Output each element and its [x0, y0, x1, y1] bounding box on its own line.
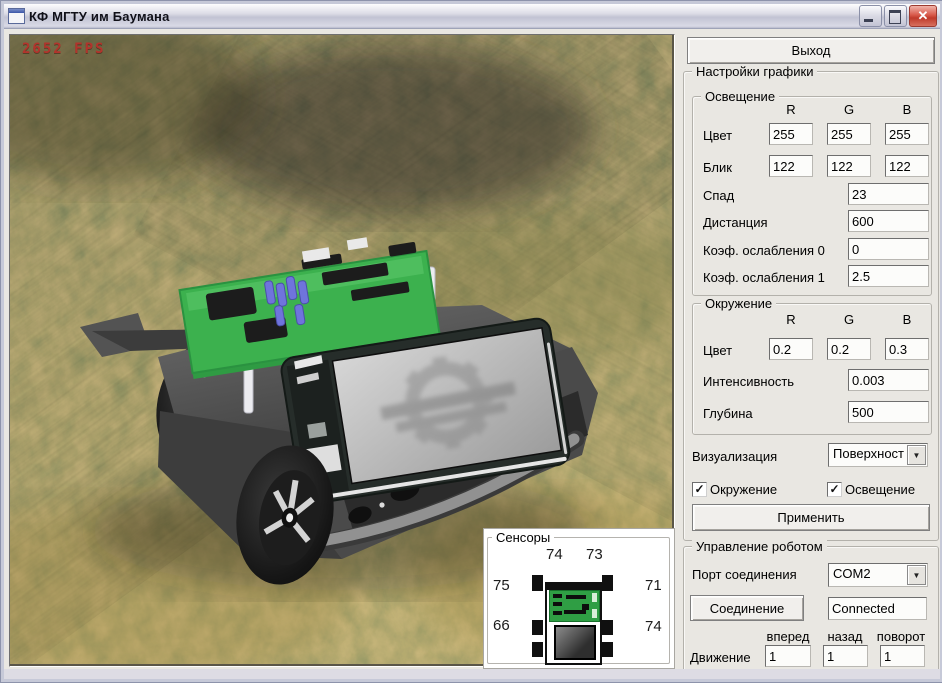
lighting-color-g-input[interactable]: [827, 123, 871, 145]
port-value: COM2: [833, 566, 871, 581]
port-label: Порт соединения: [692, 567, 797, 582]
apply-button[interactable]: Применить: [692, 504, 930, 531]
intensity-label: Интенсивность: [703, 374, 794, 389]
ambient-checkbox-label[interactable]: Окружение: [710, 482, 777, 497]
topview-wheel-left-1: [532, 575, 543, 591]
lighting-header-b: B: [885, 102, 929, 117]
close-icon: ✕: [918, 8, 929, 23]
minimize-icon: [864, 19, 873, 22]
window-controls: ✕: [857, 5, 940, 27]
port-dropdown-arrow-icon[interactable]: ▼: [907, 565, 926, 585]
lighting-checkbox[interactable]: ✓: [827, 482, 842, 497]
distance-label: Дистанция: [703, 215, 768, 230]
robot-topview-pcb: [549, 590, 600, 622]
robot-topview-screen: [554, 625, 596, 660]
minimize-button[interactable]: [859, 5, 882, 27]
robot-control-title: Управление роботом: [692, 539, 827, 554]
visualization-dropdown-arrow-icon[interactable]: ▼: [907, 445, 926, 465]
sensors-panel: Сенсоры 74 73 75 71 66 74: [483, 528, 675, 669]
ambient-title: Окружение: [701, 296, 776, 311]
lighting-color-label: Цвет: [703, 128, 732, 143]
fps-counter: 2652 FPS: [22, 41, 105, 57]
distance-input[interactable]: [848, 210, 929, 232]
sensors-title: Сенсоры: [492, 530, 554, 545]
sensor-value-front-right: 73: [586, 546, 603, 563]
topview-wheel-right-2: [602, 620, 613, 635]
motion-header-backward: назад: [821, 629, 869, 644]
lighting-color-b-input[interactable]: [885, 123, 929, 145]
sensor-value-left-rear: 66: [493, 617, 510, 634]
visualization-select[interactable]: Поверхност ▼: [828, 443, 928, 467]
motion-forward-input[interactable]: [765, 645, 811, 667]
ambient-color-r-input[interactable]: [769, 338, 813, 360]
lighting-specular-g-input[interactable]: [827, 155, 871, 177]
lighting-checkbox-label[interactable]: Освещение: [845, 482, 915, 497]
motion-turn-input[interactable]: [880, 645, 925, 667]
attenuation1-input[interactable]: [848, 265, 929, 287]
sensor-value-right-rear: 74: [645, 618, 662, 635]
robot-control-group: Управление роботом Порт соединения COM2 …: [683, 546, 939, 674]
ambient-color-g-input[interactable]: [827, 338, 871, 360]
window-title: КФ МГТУ им Баумана: [29, 9, 170, 24]
window-bottom-border: [4, 669, 940, 679]
graphics-settings-group: Настройки графики Освещение R G B Цвет Б…: [683, 71, 939, 541]
attenuation1-label: Коэф. ослабления 1: [703, 270, 825, 285]
app-window: КФ МГТУ им Баумана ✕: [0, 0, 942, 683]
lighting-color-r-input[interactable]: [769, 123, 813, 145]
ambient-checkbox[interactable]: ✓: [692, 482, 707, 497]
sensor-value-right-front: 71: [645, 577, 662, 594]
maximize-icon: [889, 10, 901, 24]
port-select[interactable]: COM2 ▼: [828, 563, 928, 587]
graphics-settings-title: Настройки графики: [692, 64, 817, 79]
ambient-color-label: Цвет: [703, 343, 732, 358]
ambient-color-b-input[interactable]: [885, 338, 929, 360]
topview-wheel-right-1: [602, 575, 613, 591]
visualization-label: Визуализация: [692, 449, 777, 464]
lighting-header-r: R: [769, 102, 813, 117]
exit-button[interactable]: Выход: [687, 37, 935, 64]
topview-wheel-left-2: [532, 620, 543, 635]
attenuation0-input[interactable]: [848, 238, 929, 260]
checkmark-icon: ✓: [829, 482, 839, 496]
motion-header-forward: вперед: [763, 629, 813, 644]
sensor-value-front-left: 74: [546, 546, 563, 563]
ambient-header-g: G: [827, 312, 871, 327]
motion-label: Движение: [690, 650, 751, 665]
falloff-label: Спад: [703, 188, 734, 203]
connection-status-field[interactable]: [828, 597, 927, 620]
intensity-input[interactable]: [848, 369, 929, 391]
sensor-value-left-front: 75: [493, 577, 510, 594]
connect-button[interactable]: Соединение: [690, 595, 804, 621]
depth-label: Глубина: [703, 406, 753, 421]
checkmark-icon: ✓: [694, 482, 704, 496]
ambient-header-b: B: [885, 312, 929, 327]
close-button[interactable]: ✕: [909, 5, 937, 27]
control-panel: Выход Настройки графики Освещение R G B …: [681, 34, 941, 674]
lighting-header-g: G: [827, 102, 871, 117]
valley-shadow: [195, 45, 595, 215]
ambient-group: Окружение R G B Цвет Интенсивность Глуби…: [692, 303, 932, 435]
falloff-input[interactable]: [848, 183, 929, 205]
topview-wheel-left-3: [532, 642, 543, 657]
title-bar[interactable]: КФ МГТУ им Баумана ✕: [4, 4, 940, 29]
motion-header-turn: поворот: [874, 629, 928, 644]
depth-input[interactable]: [848, 401, 929, 423]
lighting-title: Освещение: [701, 89, 779, 104]
lighting-group: Освещение R G B Цвет Блик Спад Дистанция…: [692, 96, 932, 296]
lighting-specular-r-input[interactable]: [769, 155, 813, 177]
attenuation0-label: Коэф. ослабления 0: [703, 243, 825, 258]
app-icon: [8, 8, 25, 24]
lighting-specular-label: Блик: [703, 160, 732, 175]
topview-wheel-right-3: [602, 642, 613, 657]
motion-backward-input[interactable]: [823, 645, 868, 667]
visualization-value: Поверхност: [833, 446, 904, 461]
lighting-specular-b-input[interactable]: [885, 155, 929, 177]
ambient-header-r: R: [769, 312, 813, 327]
maximize-button[interactable]: [884, 5, 907, 27]
